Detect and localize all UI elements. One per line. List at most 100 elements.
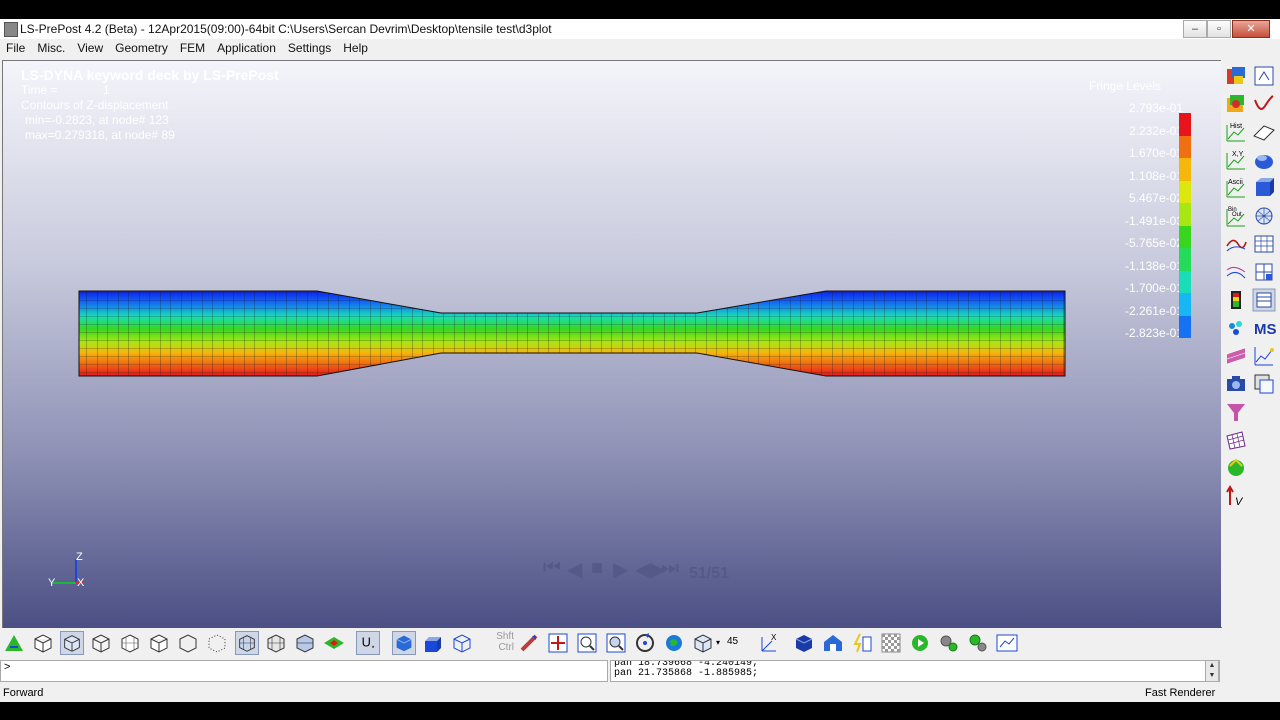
menu-help[interactable]: Help [337,39,374,55]
history-line: pan 21.735868 -1.885985; [614,668,759,679]
sphere-icon[interactable] [1252,148,1276,172]
svg-text:X: X [771,633,777,642]
blue-cube-icon[interactable] [792,631,816,655]
svg-text:Ascii: Ascii [1228,179,1243,186]
settings-panel-icon[interactable] [1252,288,1276,312]
undeformed-icon[interactable]: U * [356,631,380,655]
binout-icon[interactable]: BinOut [1224,204,1248,228]
first-frame-icon[interactable]: ⏮ [543,557,561,580]
history-icon[interactable]: Hist [1224,120,1248,144]
menu-application[interactable]: Application [211,39,282,55]
shaded-icon[interactable] [60,631,84,655]
globe-icon[interactable] [662,631,686,655]
menu-geometry[interactable]: Geometry [109,39,174,55]
pick-icon[interactable] [517,631,541,655]
xyplot-icon[interactable]: X,Y [1224,148,1248,172]
screen-capture-icon[interactable] [995,631,1019,655]
vector-icon[interactable]: V [1224,484,1248,508]
camera-icon[interactable] [1224,372,1248,396]
zoom-window-icon[interactable] [604,631,628,655]
rotation-angle[interactable]: 45 [727,631,747,655]
lighting-icon[interactable] [850,631,874,655]
step-back-icon[interactable]: ◀ [567,557,582,582]
status-renderer: Fast Renderer [1145,687,1216,699]
menu-file[interactable]: File [0,39,31,55]
mesh-hidden-icon[interactable] [264,631,288,655]
hidden-icon[interactable] [89,631,113,655]
plane-icon[interactable] [1252,120,1276,144]
solid-mesh-icon[interactable] [293,631,317,655]
svg-text:Out: Out [1232,212,1242,218]
dropdown-arrow-icon[interactable]: ▾ [716,631,724,655]
gears-green-icon[interactable] [966,631,990,655]
bottom-toolbar: U * Shft Ctrl ▾ 45 X [0,628,1280,658]
svg-text:U: U [362,635,371,650]
fringe-toggle-icon[interactable] [322,631,346,655]
menu-view[interactable]: View [71,39,109,55]
rotation-icon[interactable] [1224,456,1248,480]
node-icon[interactable] [205,631,229,655]
grid-icon[interactable] [1224,428,1248,452]
fringe-range-icon[interactable] [1224,288,1248,312]
curve-lines-icon[interactable] [1224,260,1248,284]
svg-text:*: * [372,643,375,652]
home-view-icon[interactable] [2,631,26,655]
graph-icon[interactable] [1252,344,1276,368]
home-icon[interactable] [821,631,845,655]
last-frame-icon[interactable]: ⏭ [661,557,679,580]
animate-icon[interactable] [908,631,932,655]
axis-align-icon[interactable]: X [756,631,780,655]
svg-text:Hist: Hist [1230,123,1242,130]
mesh-icon[interactable] [118,631,142,655]
ascii-icon[interactable]: Ascii [1224,176,1248,200]
menu-settings[interactable]: Settings [282,39,337,55]
menu-fem[interactable]: FEM [174,39,211,55]
title-bar: LS-PrePost 4.2 (Beta) - 12Apr2015(09:00)… [0,19,1280,40]
select-grid-icon[interactable] [1252,260,1276,284]
svg-text:MS: MS [1254,321,1276,338]
specimen-mesh [78,290,1066,377]
history-scrollbar[interactable]: ▲ ▼ [1205,660,1219,682]
command-prompt: > [4,661,11,673]
edge-icon[interactable] [176,631,200,655]
zoom-icon[interactable] [575,631,599,655]
boundary-icon[interactable] [1252,64,1276,88]
composite-icon[interactable] [1252,372,1276,396]
stop-icon[interactable]: ■ [591,557,603,580]
particles-icon[interactable] [1224,316,1248,340]
iso-view-icon[interactable] [392,631,416,655]
minimize-button[interactable]: – [1183,20,1207,38]
app-window: LS-PrePost 4.2 (Beta) - 12Apr2015(09:00)… [0,19,1280,702]
cube-view-icon[interactable] [1252,176,1276,200]
app-icon [4,22,18,37]
rotate-icon[interactable] [633,631,657,655]
mesh-sphere-icon[interactable] [1252,204,1276,228]
curve-edit-icon[interactable] [1224,232,1248,256]
mesh-shaded-icon[interactable] [235,631,259,655]
color-fringe-icon[interactable] [1224,92,1248,116]
funnel-icon[interactable] [1224,400,1248,424]
gears-icon[interactable] [937,631,961,655]
table-icon[interactable] [1252,232,1276,256]
feature-line-icon[interactable] [147,631,171,655]
ms-icon[interactable]: MS [1252,316,1276,340]
graphics-viewport[interactable]: LS-DYNA keyword deck by LS-PrePost Time … [2,60,1222,629]
command-input[interactable]: > [0,660,608,682]
play-icon[interactable]: ▶ [613,557,628,582]
axis-x-label: X [77,577,85,589]
pan-icon[interactable] [546,631,570,655]
command-history: pan 18.739668 -4.240149; pan 21.735868 -… [610,660,1220,682]
ctrl-label: Ctrl [498,642,514,653]
axis-y-label: Y [48,577,56,589]
beam-elements-icon[interactable] [1224,344,1248,368]
transparent-view-icon[interactable] [450,631,474,655]
checker-icon[interactable] [879,631,903,655]
view-cube-icon[interactable] [691,631,715,655]
path-icon[interactable] [1252,92,1276,116]
fringe-component-icon[interactable] [1224,64,1248,88]
maximize-button[interactable]: ▫ [1207,20,1231,38]
menu-misc[interactable]: Misc. [31,39,71,55]
front-view-icon[interactable] [421,631,445,655]
wireframe-icon[interactable] [31,631,55,655]
close-button[interactable]: ✕ [1232,20,1270,38]
